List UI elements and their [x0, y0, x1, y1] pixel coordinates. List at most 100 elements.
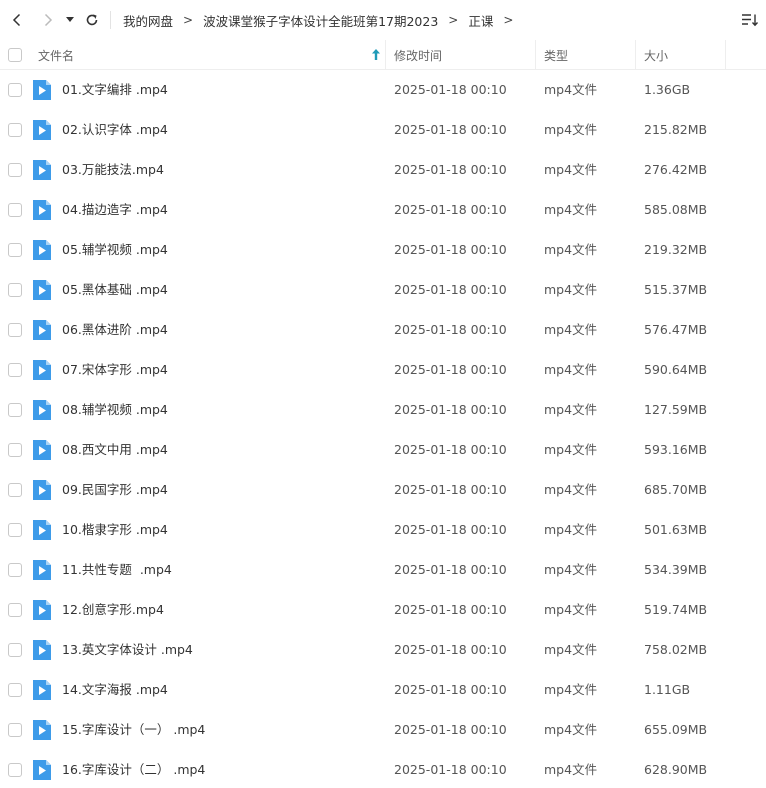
file-name[interactable]: 11.共性专题 .mp4 — [62, 550, 172, 590]
file-size: 628.90MB — [644, 762, 708, 777]
column-header-name[interactable]: 文件名 — [38, 40, 384, 70]
file-type: mp4文件 — [544, 282, 598, 297]
file-name[interactable]: 03.万能技法.mp4 — [62, 150, 164, 190]
file-size: 501.63MB — [644, 522, 708, 537]
video-file-icon — [33, 360, 51, 380]
file-modified-time: 2025-01-18 00:10 — [394, 82, 507, 97]
table-row[interactable]: 15.字库设计（一） .mp4 2025-01-18 00:10 mp4文件 655.… — [0, 710, 766, 750]
table-row[interactable]: 08.西文中用 .mp4 2025-01-18 00:10 mp4文件 593.16M… — [0, 430, 766, 470]
row-checkbox[interactable] — [8, 243, 22, 257]
table-row[interactable]: 04.描边造字 .mp4 2025-01-18 00:10 mp4文件 585.08M… — [0, 190, 766, 230]
file-name[interactable]: 05.辅学视频 .mp4 — [62, 230, 168, 270]
file-name[interactable]: 02.认识字体 .mp4 — [62, 110, 168, 150]
video-file-icon — [33, 760, 51, 780]
table-row[interactable]: 11.共性专题 .mp4 2025-01-18 00:10 mp4文件 534.39M… — [0, 550, 766, 590]
file-modified-time: 2025-01-18 00:10 — [394, 762, 507, 777]
row-checkbox[interactable] — [8, 403, 22, 417]
row-checkbox[interactable] — [8, 443, 22, 457]
file-name[interactable]: 14.文字海报 .mp4 — [62, 670, 168, 710]
column-divider[interactable] — [725, 40, 726, 70]
video-file-icon — [33, 320, 51, 340]
column-header-modified[interactable]: 修改时间 — [394, 40, 534, 70]
table-row[interactable]: 06.黑体进阶 .mp4 2025-01-18 00:10 mp4文件 576.47M… — [0, 310, 766, 350]
file-size: 1.36GB — [644, 82, 691, 97]
select-all-checkbox[interactable] — [8, 48, 22, 62]
table-row[interactable]: 10.楷隶字形 .mp4 2025-01-18 00:10 mp4文件 501.63M… — [0, 510, 766, 550]
row-checkbox[interactable] — [8, 83, 22, 97]
column-header-type[interactable]: 类型 — [544, 40, 634, 70]
table-row[interactable]: 03.万能技法.mp4 2025-01-18 00:10 mp4文件 276.42MB — [0, 150, 766, 190]
row-checkbox[interactable] — [8, 203, 22, 217]
forward-button[interactable] — [36, 8, 60, 32]
file-type: mp4文件 — [544, 682, 598, 697]
sort-menu-button[interactable] — [740, 10, 760, 30]
file-name[interactable]: 04.描边造字 .mp4 — [62, 190, 168, 230]
table-row[interactable]: 14.文字海报 .mp4 2025-01-18 00:10 mp4文件 1.11GB — [0, 670, 766, 710]
row-checkbox[interactable] — [8, 523, 22, 537]
breadcrumb-item-current[interactable]: 正课 — [468, 11, 493, 30]
row-checkbox[interactable] — [8, 763, 22, 777]
column-divider[interactable] — [535, 40, 536, 70]
row-checkbox[interactable] — [8, 563, 22, 577]
file-name[interactable]: 16.字库设计（二） .mp4 — [62, 750, 205, 788]
file-name[interactable]: 12.创意字形.mp4 — [62, 590, 164, 630]
video-file-icon — [33, 280, 51, 300]
table-row[interactable]: 05.黑体基础 .mp4 2025-01-18 00:10 mp4文件 515.37M… — [0, 270, 766, 310]
file-name[interactable]: 07.宋体字形 .mp4 — [62, 350, 168, 390]
file-name[interactable]: 10.楷隶字形 .mp4 — [62, 510, 168, 550]
row-checkbox[interactable] — [8, 723, 22, 737]
row-checkbox[interactable] — [8, 483, 22, 497]
breadcrumb-expand-icon[interactable]: > — [503, 13, 513, 27]
video-file-icon — [33, 240, 51, 260]
row-checkbox[interactable] — [8, 323, 22, 337]
table-row[interactable]: 01.文字编排 .mp4 2025-01-18 00:10 mp4文件 1.36GB — [0, 70, 766, 110]
file-name[interactable]: 08.辅学视频 .mp4 — [62, 390, 168, 430]
history-dropdown-button[interactable] — [60, 8, 80, 32]
file-modified-time: 2025-01-18 00:10 — [394, 722, 507, 737]
file-list: 01.文字编排 .mp4 2025-01-18 00:10 mp4文件 1.36GB 0… — [0, 70, 766, 788]
video-file-icon — [33, 560, 51, 580]
row-checkbox[interactable] — [8, 643, 22, 657]
row-checkbox[interactable] — [8, 683, 22, 697]
table-row[interactable]: 12.创意字形.mp4 2025-01-18 00:10 mp4文件 519.74MB — [0, 590, 766, 630]
video-file-icon — [33, 200, 51, 220]
column-divider[interactable] — [635, 40, 636, 70]
navigation-bar: 我的网盘 > 波波课堂猴子字体设计全能班第17期2023 > 正课 > — [0, 0, 766, 40]
video-file-icon — [33, 160, 51, 180]
row-checkbox[interactable] — [8, 603, 22, 617]
table-row[interactable]: 02.认识字体 .mp4 2025-01-18 00:10 mp4文件 215.82M… — [0, 110, 766, 150]
column-header-size[interactable]: 大小 — [644, 40, 724, 70]
file-type: mp4文件 — [544, 362, 598, 377]
file-size: 519.74MB — [644, 602, 708, 617]
file-type: mp4文件 — [544, 162, 598, 177]
table-row[interactable]: 16.字库设计（二） .mp4 2025-01-18 00:10 mp4文件 628.… — [0, 750, 766, 788]
row-checkbox[interactable] — [8, 123, 22, 137]
file-name[interactable]: 05.黑体基础 .mp4 — [62, 270, 168, 310]
table-row[interactable]: 13.英文字体设计 .mp4 2025-01-18 00:10 mp4文件 758.0… — [0, 630, 766, 670]
row-checkbox[interactable] — [8, 163, 22, 177]
file-name[interactable]: 06.黑体进阶 .mp4 — [62, 310, 168, 350]
table-row[interactable]: 08.辅学视频 .mp4 2025-01-18 00:10 mp4文件 127.59M… — [0, 390, 766, 430]
back-button[interactable] — [5, 8, 29, 32]
file-modified-time: 2025-01-18 00:10 — [394, 602, 507, 617]
table-row[interactable]: 05.辅学视频 .mp4 2025-01-18 00:10 mp4文件 219.32M… — [0, 230, 766, 270]
sort-list-icon — [742, 14, 759, 27]
row-checkbox[interactable] — [8, 363, 22, 377]
chevron-left-icon — [12, 13, 21, 27]
file-modified-time: 2025-01-18 00:10 — [394, 362, 507, 377]
video-file-icon — [33, 600, 51, 620]
row-checkbox[interactable] — [8, 283, 22, 297]
column-divider[interactable] — [385, 40, 386, 70]
breadcrumb-item-root[interactable]: 我的网盘 — [123, 11, 173, 30]
table-row[interactable]: 09.民国字形 .mp4 2025-01-18 00:10 mp4文件 685.70M… — [0, 470, 766, 510]
file-name[interactable]: 15.字库设计（一） .mp4 — [62, 710, 205, 750]
file-modified-time: 2025-01-18 00:10 — [394, 322, 507, 337]
file-name[interactable]: 08.西文中用 .mp4 — [62, 430, 168, 470]
breadcrumb-item-course[interactable]: 波波课堂猴子字体设计全能班第17期2023 — [203, 11, 438, 30]
refresh-button[interactable] — [80, 8, 104, 32]
table-row[interactable]: 07.宋体字形 .mp4 2025-01-18 00:10 mp4文件 590.64M… — [0, 350, 766, 390]
file-name[interactable]: 13.英文字体设计 .mp4 — [62, 630, 193, 670]
file-name[interactable]: 01.文字编排 .mp4 — [62, 70, 168, 110]
file-size: 758.02MB — [644, 642, 708, 657]
file-name[interactable]: 09.民国字形 .mp4 — [62, 470, 168, 510]
